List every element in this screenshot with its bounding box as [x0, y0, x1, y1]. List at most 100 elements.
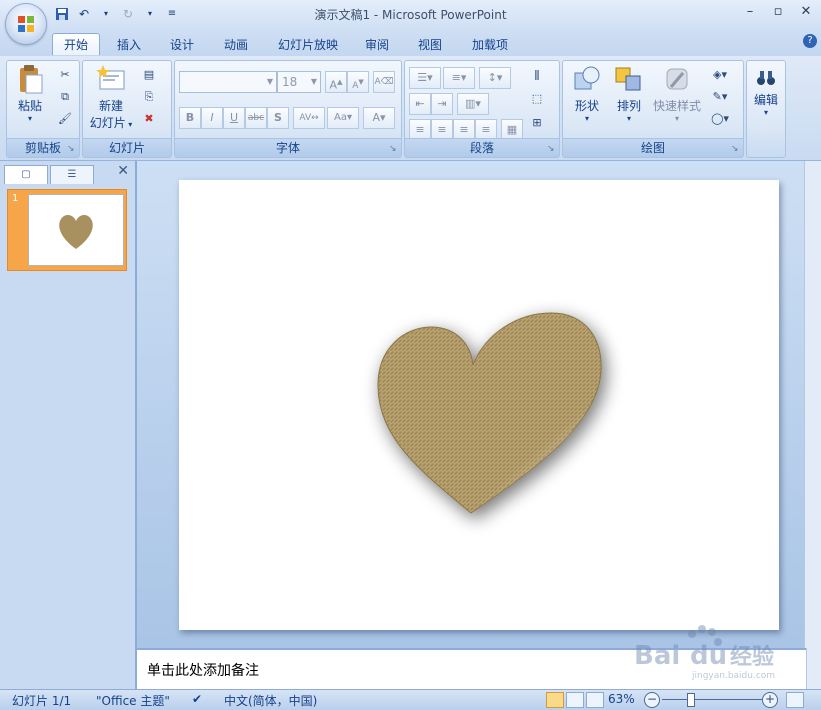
change-case-icon[interactable]: Aa▾ — [327, 107, 359, 129]
tab-slideshow[interactable]: 幻灯片放映 — [268, 34, 348, 56]
paragraph-group-label: 段落 — [405, 138, 559, 157]
tab-view[interactable]: 视图 — [408, 34, 452, 56]
dialog-launcher-icon[interactable]: ↘ — [731, 144, 741, 154]
shape-effects-icon[interactable]: ◯▾ — [705, 109, 735, 129]
zoom-in-icon[interactable]: + — [762, 692, 778, 708]
close-pane-icon[interactable]: ✕ — [117, 163, 129, 179]
maximize-icon[interactable]: ▫ — [771, 4, 785, 19]
char-spacing-icon[interactable]: AV↔ — [293, 107, 325, 129]
font-name-combo[interactable]: ▼ — [179, 71, 277, 93]
paste-label: 粘贴 — [17, 99, 42, 113]
bold-icon[interactable]: B — [179, 107, 201, 129]
slides-pane-tabs: ▢ ☰ — [4, 165, 131, 185]
shadow-icon[interactable]: S — [267, 107, 289, 129]
help-icon[interactable]: ? — [803, 34, 817, 48]
reset-slide-icon[interactable]: ⎘ — [139, 87, 159, 107]
tab-slides[interactable]: ▢ — [4, 165, 48, 184]
slides-group-label: 幻灯片 — [83, 138, 171, 157]
shrink-font-icon[interactable]: A▼ — [347, 71, 369, 93]
dialog-launcher-icon[interactable]: ↘ — [389, 144, 399, 154]
quick-styles-icon — [666, 68, 688, 90]
tab-review[interactable]: 审阅 — [356, 34, 398, 56]
quick-styles-label: 快速样式 — [652, 99, 701, 113]
line-spacing-icon[interactable]: ↕▾ — [479, 67, 511, 89]
bullets-icon[interactable]: ☰▾ — [409, 67, 441, 89]
numbering-icon[interactable]: ≡▾ — [443, 67, 475, 89]
tab-insert[interactable]: 插入 — [108, 34, 150, 56]
decrease-indent-icon[interactable]: ⇤ — [409, 93, 431, 115]
minimize-icon[interactable]: – — [743, 4, 757, 19]
new-slide-label-2: 幻灯片 — [89, 116, 126, 130]
paste-button[interactable]: 粘贴 ▾ — [11, 63, 49, 123]
chevron-down-icon: ▾ — [674, 114, 679, 123]
heart-shape[interactable] — [179, 180, 779, 630]
dialog-launcher-icon[interactable]: ↘ — [547, 144, 557, 154]
align-text-icon[interactable]: ⬚ — [527, 89, 547, 109]
slideshow-view-button[interactable] — [586, 692, 604, 708]
heart-thumbnail-image — [59, 215, 93, 249]
svg-text:Bai: Bai — [634, 641, 680, 671]
shapes-button[interactable]: 形状 ▾ — [567, 63, 607, 123]
tab-outline[interactable]: ☰ — [50, 165, 94, 184]
ribbon-tabs: 开始 插入 设计 动画 幻灯片放映 审阅 视图 加载项 — [0, 30, 821, 56]
tab-home[interactable]: 开始 — [52, 33, 100, 55]
new-slide-icon — [96, 65, 125, 90]
zoom-slider-thumb[interactable] — [687, 693, 695, 707]
dialog-launcher-icon[interactable]: ↘ — [67, 144, 77, 154]
arrange-button[interactable]: 排列 ▾ — [609, 63, 649, 123]
slide-thumbnail-number: 1 — [12, 193, 19, 204]
text-direction-icon[interactable]: ǁ — [527, 65, 547, 85]
fit-to-window-icon[interactable] — [786, 692, 804, 708]
spellcheck-icon[interactable]: ✔ — [192, 692, 202, 706]
clear-format-icon[interactable]: A⌫ — [373, 71, 395, 93]
status-bar: 幻灯片 1/1 "Office 主题" ✔ 中文(简体，中国) 63% − + — [0, 689, 821, 710]
shapes-icon — [574, 66, 600, 90]
smartart-icon[interactable]: ⊞ — [527, 113, 547, 133]
font-group-label: 字体 — [175, 138, 401, 157]
slide-sorter-view-button[interactable] — [566, 692, 584, 708]
font-size-combo[interactable]: 18 ▼ — [277, 71, 321, 93]
vertical-scrollbar[interactable] — [804, 161, 821, 648]
quick-styles-button[interactable]: 快速样式 ▾ — [649, 63, 705, 123]
zoom-level[interactable]: 63% — [608, 692, 635, 706]
grow-font-icon[interactable]: A▲ — [325, 71, 347, 93]
paragraph-group: ☰▾ ≡▾ ↕▾ ǁ ⇤ ⇥ ▥▾ ⬚ ≡ ≡ ≡ ≡ ▦ ⊞ 段落 ↘ — [404, 60, 560, 158]
strikethrough-icon[interactable]: abc — [245, 107, 267, 129]
arrange-icon — [615, 67, 641, 91]
slide-thumbnail-item[interactable]: 1 — [7, 189, 127, 271]
layout-icon[interactable]: ▤ — [139, 65, 159, 85]
tab-addins[interactable]: 加载项 — [462, 34, 518, 56]
underline-icon[interactable]: U — [223, 107, 245, 129]
tab-design[interactable]: 设计 — [160, 34, 204, 56]
slide-canvas[interactable] — [179, 180, 779, 630]
shape-outline-icon[interactable]: ✎▾ — [705, 87, 735, 107]
shapes-label: 形状 — [574, 99, 599, 113]
zoom-slider-track[interactable] — [662, 699, 762, 700]
language-indicator: 中文(简体，中国) — [224, 694, 318, 708]
close-icon[interactable]: ✕ — [799, 4, 813, 19]
normal-view-button[interactable] — [546, 692, 564, 708]
paste-icon — [20, 65, 43, 94]
increase-indent-icon[interactable]: ⇥ — [431, 93, 453, 115]
slides-group: 新建 幻灯片 ▾ ▤ ⎘ ✖ 幻灯片 — [82, 60, 172, 158]
editing-button[interactable]: 编辑 ▾ — [749, 67, 783, 117]
arrange-label: 排列 — [616, 99, 641, 113]
office-button[interactable] — [6, 4, 46, 44]
window-title: 演示文稿1 - Microsoft PowerPoint — [314, 8, 507, 22]
zoom-out-icon[interactable]: − — [644, 692, 660, 708]
tab-animations[interactable]: 动画 — [214, 34, 258, 56]
new-slide-button[interactable]: 新建 幻灯片 ▾ — [87, 63, 135, 131]
copy-icon[interactable]: ⧉ — [55, 87, 75, 107]
cut-icon[interactable]: ✂ — [55, 65, 75, 85]
font-color-icon[interactable]: A▾ — [363, 107, 395, 129]
italic-icon[interactable]: I — [201, 107, 223, 129]
editing-label: 编辑 — [753, 93, 778, 107]
slides-pane: ▢ ☰ ✕ 1 — [0, 161, 137, 689]
notes-scrollbar[interactable] — [806, 648, 821, 689]
font-size-value: 18 — [282, 75, 298, 89]
format-painter-icon[interactable]: 🖌 — [55, 109, 75, 129]
editing-group: 编辑 ▾ — [746, 60, 786, 158]
delete-slide-icon[interactable]: ✖ — [139, 109, 159, 129]
columns-icon[interactable]: ▥▾ — [457, 93, 489, 115]
shape-fill-icon[interactable]: ◈▾ — [705, 65, 735, 85]
